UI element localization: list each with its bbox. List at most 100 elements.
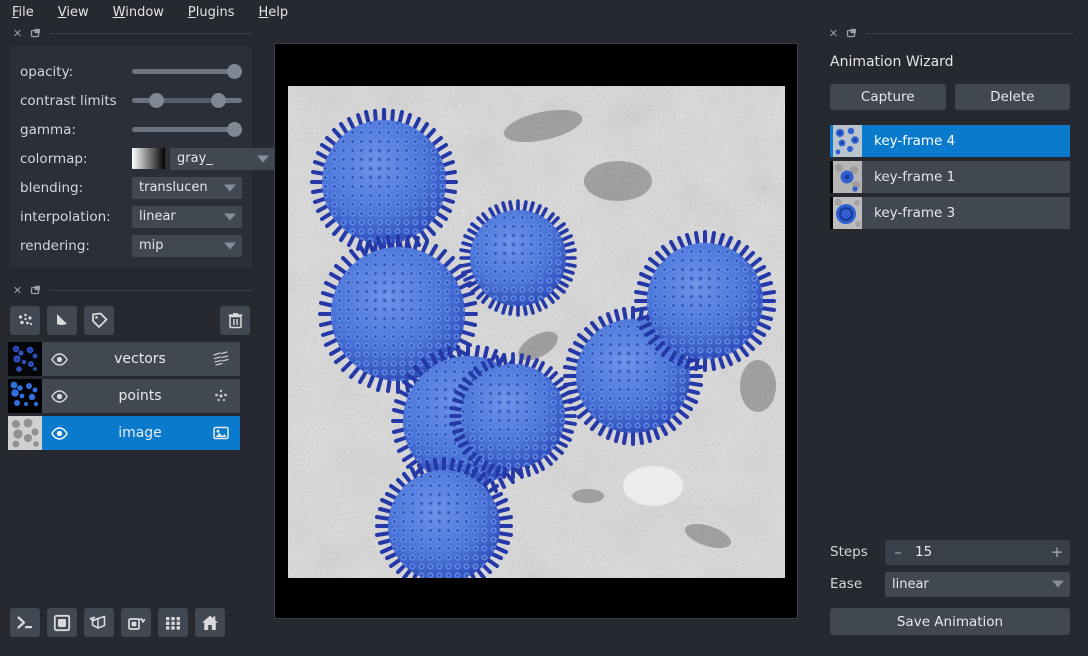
interpolation-select[interactable]: linear bbox=[132, 205, 242, 228]
rendering-row: rendering: mip bbox=[20, 231, 242, 260]
steps-value[interactable]: 15 bbox=[911, 544, 1044, 560]
new-points-layer-button[interactable] bbox=[10, 306, 40, 335]
float-dock-icon[interactable] bbox=[30, 28, 41, 39]
viewer-canvas[interactable] bbox=[274, 43, 798, 619]
steps-increment-button[interactable]: + bbox=[1044, 544, 1070, 560]
keyframe-thumbnail bbox=[830, 125, 862, 157]
chevron-down-icon bbox=[224, 184, 236, 191]
float-dock-icon[interactable] bbox=[30, 285, 41, 296]
dock-rule bbox=[866, 32, 1074, 34]
chevron-down-icon bbox=[257, 155, 269, 162]
opacity-knob[interactable] bbox=[227, 64, 242, 79]
opacity-slider[interactable] bbox=[132, 64, 242, 80]
close-icon[interactable]: ✕ bbox=[828, 28, 839, 39]
home-button[interactable] bbox=[195, 608, 225, 637]
keyframe-row[interactable]: key-frame 4 bbox=[830, 125, 1070, 157]
rendering-value: mip bbox=[139, 238, 164, 253]
colormap-row: colormap: gray_ bbox=[20, 144, 275, 173]
keyframe-label: key-frame 4 bbox=[862, 125, 1070, 157]
points-icon bbox=[210, 387, 232, 405]
contrast-high-knob[interactable] bbox=[211, 93, 226, 108]
menubar: File View Window Plugins Help bbox=[0, 0, 1088, 24]
contrast-limits-label: contrast limits bbox=[20, 92, 117, 109]
layer-visibility-toggle[interactable] bbox=[48, 426, 70, 440]
rendering-select[interactable]: mip bbox=[132, 234, 242, 257]
layer-list-dock: ✕ vectors points image bbox=[0, 281, 262, 656]
layer-row[interactable]: vectors bbox=[8, 342, 240, 376]
keyframe-row[interactable]: key-frame 3 bbox=[830, 197, 1070, 229]
delete-layer-button[interactable] bbox=[220, 306, 250, 335]
layer-thumbnail-vectors bbox=[8, 342, 42, 376]
virus-particle bbox=[449, 352, 577, 480]
menu-file[interactable]: File bbox=[10, 4, 36, 21]
blending-label: blending: bbox=[20, 179, 84, 196]
ease-row: Ease linear bbox=[830, 571, 1070, 597]
animation-wizard-titlebar: ✕ bbox=[820, 24, 1088, 42]
layer-row[interactable]: points bbox=[8, 379, 240, 413]
opacity-label: opacity: bbox=[20, 63, 74, 80]
float-dock-icon[interactable] bbox=[846, 28, 857, 39]
blending-select[interactable]: translucen bbox=[132, 176, 242, 199]
capture-button[interactable]: Capture bbox=[830, 84, 946, 110]
gamma-slider[interactable] bbox=[132, 122, 242, 138]
ease-label: Ease bbox=[830, 576, 863, 592]
animation-wizard-buttons: Capture Delete bbox=[820, 70, 1088, 110]
keyframe-row[interactable]: key-frame 1 bbox=[830, 161, 1070, 193]
ease-select[interactable]: linear bbox=[885, 571, 1070, 597]
transpose-dims-button[interactable] bbox=[121, 608, 151, 637]
rendering-label: rendering: bbox=[20, 237, 90, 254]
contrast-low-knob[interactable] bbox=[149, 93, 164, 108]
layer-controls-dock-titlebar: ✕ bbox=[0, 24, 262, 42]
virus-particle bbox=[634, 230, 776, 372]
menu-help[interactable]: Help bbox=[257, 4, 291, 21]
roll-dims-button[interactable] bbox=[84, 608, 114, 637]
layer-controls-panel: opacity: contrast limits gamma: colormap… bbox=[10, 46, 275, 268]
menu-window[interactable]: Window bbox=[111, 4, 166, 21]
viewer-buttons-toolbar bbox=[0, 608, 262, 656]
blending-value: translucen bbox=[139, 180, 208, 195]
animation-wizard-title: Animation Wizard bbox=[830, 54, 954, 70]
layer-name: image bbox=[118, 425, 162, 441]
layer-row[interactable]: image bbox=[8, 416, 240, 450]
ease-value: linear bbox=[892, 576, 929, 592]
animation-wizard-dock: ✕ Animation Wizard Capture Delete key-fr… bbox=[820, 24, 1088, 656]
layer-visibility-toggle[interactable] bbox=[48, 389, 70, 403]
new-labels-layer-button[interactable] bbox=[84, 306, 114, 335]
vectors-icon bbox=[210, 350, 232, 368]
colormap-value: gray_ bbox=[177, 151, 213, 166]
contrast-fill bbox=[156, 98, 218, 103]
close-icon[interactable]: ✕ bbox=[12, 28, 23, 39]
steps-stepper[interactable]: – 15 + bbox=[885, 539, 1070, 565]
colormap-select[interactable]: gray_ bbox=[170, 147, 275, 170]
grid-view-button[interactable] bbox=[158, 608, 188, 637]
virus-particle bbox=[459, 199, 577, 317]
keyframe-list: key-frame 4 key-frame 1 key-frame 3 bbox=[820, 110, 1088, 233]
layer-visibility-toggle[interactable] bbox=[48, 352, 70, 366]
steps-decrement-button[interactable]: – bbox=[885, 544, 911, 560]
layer-name: vectors bbox=[114, 351, 166, 367]
new-shapes-layer-button[interactable] bbox=[47, 306, 77, 335]
contrast-limits-slider[interactable] bbox=[132, 93, 242, 109]
colormap-swatch bbox=[132, 148, 165, 169]
delete-keyframe-button[interactable]: Delete bbox=[954, 84, 1070, 110]
chevron-down-icon bbox=[224, 242, 236, 249]
layer-list: vectors points image bbox=[0, 342, 262, 453]
layer-thumbnail-points bbox=[8, 379, 42, 413]
console-button[interactable] bbox=[10, 608, 40, 637]
keyframe-label: key-frame 1 bbox=[862, 161, 1070, 193]
close-icon[interactable]: ✕ bbox=[12, 285, 23, 296]
layer-name: points bbox=[118, 388, 162, 404]
gamma-knob[interactable] bbox=[227, 122, 242, 137]
menu-plugins[interactable]: Plugins bbox=[186, 4, 237, 21]
steps-label: Steps bbox=[830, 544, 868, 560]
layer-list-dock-titlebar: ✕ bbox=[0, 281, 262, 299]
gamma-row: gamma: bbox=[20, 115, 242, 144]
virus-particle bbox=[310, 107, 458, 256]
ndisplay-toggle-button[interactable] bbox=[47, 608, 77, 637]
em-micrograph bbox=[288, 86, 785, 578]
menu-view[interactable]: View bbox=[56, 4, 91, 21]
left-dock-column: ✕ opacity: contrast limits gamma: colorm… bbox=[0, 24, 275, 656]
save-animation-button[interactable]: Save Animation bbox=[830, 608, 1070, 635]
interpolation-label: interpolation: bbox=[20, 208, 111, 225]
dock-rule bbox=[50, 32, 252, 34]
